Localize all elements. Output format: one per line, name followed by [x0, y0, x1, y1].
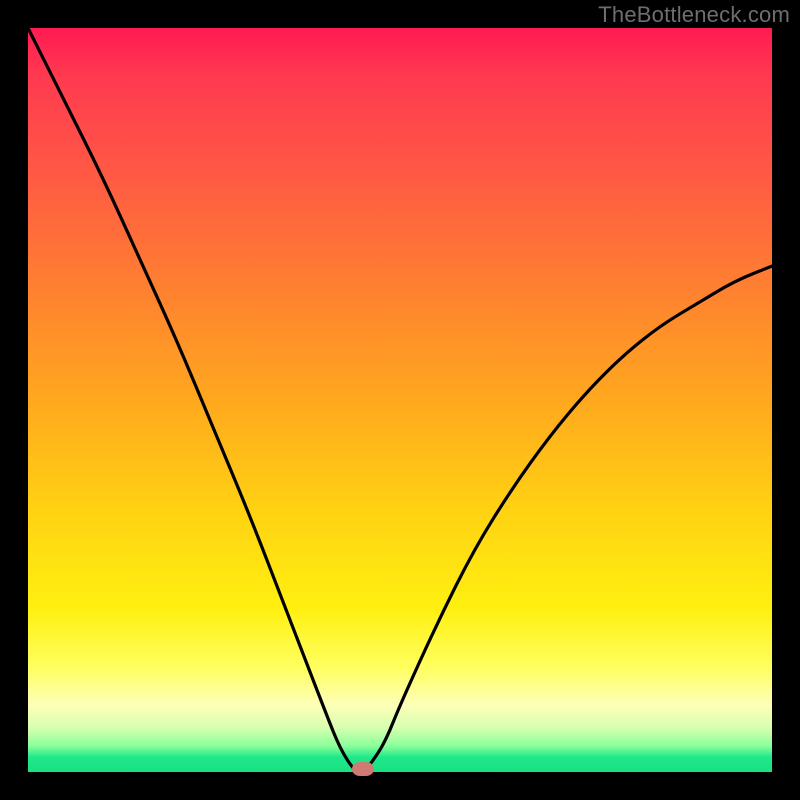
- optimal-marker: [352, 762, 374, 776]
- plot-area: [28, 28, 772, 772]
- chart-frame: TheBottleneck.com: [0, 0, 800, 800]
- watermark-text: TheBottleneck.com: [598, 2, 790, 28]
- bottleneck-curve: [28, 28, 772, 772]
